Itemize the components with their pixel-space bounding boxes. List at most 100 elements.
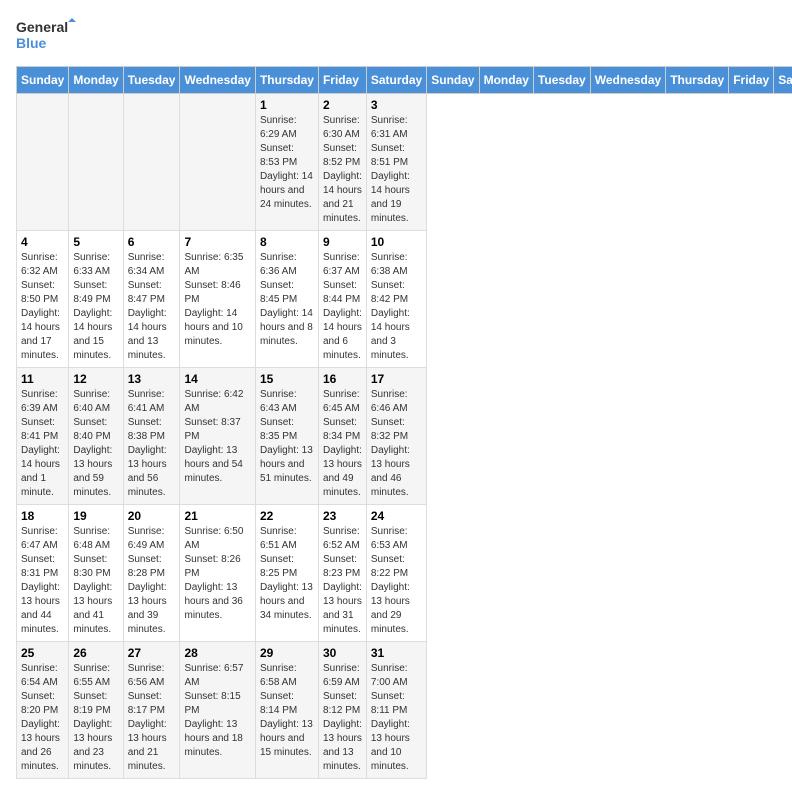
col-header-friday: Friday — [318, 67, 366, 94]
day-info: Sunrise: 6:59 AM Sunset: 8:12 PM Dayligh… — [323, 662, 362, 774]
day-info: Sunrise: 6:47 AM Sunset: 8:31 PM Dayligh… — [21, 525, 64, 637]
calendar-cell: 8Sunrise: 6:36 AM Sunset: 8:45 PM Daylig… — [255, 231, 318, 368]
day-info: Sunrise: 6:57 AM Sunset: 8:15 PM Dayligh… — [184, 662, 250, 760]
calendar-header-row: SundayMondayTuesdayWednesdayThursdayFrid… — [17, 67, 792, 94]
calendar-cell: 22 Sunrise: 6:51 AM Sunset: 8:25 PM Dayli… — [255, 505, 318, 642]
day-info: Sunrise: 6:37 AM Sunset: 8:44 PM Dayligh… — [323, 251, 362, 363]
day-number: 23 — [323, 509, 362, 523]
day-info: Sunrise: 6:46 AM Sunset: 8:32 PM Dayligh… — [371, 388, 422, 500]
day-info: Sunrise: 6:56 AM Sunset: 8:17 PM Dayligh… — [128, 662, 176, 774]
calendar-cell: 15 Sunrise: 6:43 AM Sunset: 8:35 PM Dayli… — [255, 368, 318, 505]
calendar-cell: 12 Sunrise: 6:40 AM Sunset: 8:40 PM Dayli… — [69, 368, 123, 505]
calendar-cell: 20 Sunrise: 6:49 AM Sunset: 8:28 PM Dayli… — [123, 505, 180, 642]
col-header-sunday: Sunday — [427, 67, 479, 94]
calendar-cell: 28 Sunrise: 6:57 AM Sunset: 8:15 PM Dayli… — [180, 642, 255, 779]
day-number: 12 — [73, 372, 118, 386]
day-number: 6 — [128, 235, 176, 249]
calendar-cell: 14 Sunrise: 6:42 AM Sunset: 8:37 PM Dayli… — [180, 368, 255, 505]
day-number: 15 — [260, 372, 314, 386]
day-number: 9 — [323, 235, 362, 249]
day-number: 31 — [371, 646, 422, 660]
day-info: Sunrise: 6:51 AM Sunset: 8:25 PM Dayligh… — [260, 525, 314, 623]
calendar-cell: 25 Sunrise: 6:54 AM Sunset: 8:20 PM Dayli… — [17, 642, 69, 779]
day-info: Sunrise: 6:36 AM Sunset: 8:45 PM Dayligh… — [260, 251, 314, 349]
day-number: 22 — [260, 509, 314, 523]
calendar-week-row: 1Sunrise: 6:29 AM Sunset: 8:53 PM Daylig… — [17, 94, 792, 231]
calendar-cell: 24 Sunrise: 6:53 AM Sunset: 8:22 PM Dayli… — [366, 505, 426, 642]
calendar-cell: 2Sunrise: 6:30 AM Sunset: 8:52 PM Daylig… — [318, 94, 366, 231]
calendar-cell: 31 Sunrise: 7:00 AM Sunset: 8:11 PM Dayli… — [366, 642, 426, 779]
calendar-week-row: 4Sunrise: 6:32 AM Sunset: 8:50 PM Daylig… — [17, 231, 792, 368]
day-number: 20 — [128, 509, 176, 523]
day-info: Sunrise: 6:42 AM Sunset: 8:37 PM Dayligh… — [184, 388, 250, 486]
calendar-cell: 3Sunrise: 6:31 AM Sunset: 8:51 PM Daylig… — [366, 94, 426, 231]
calendar-cell: 6Sunrise: 6:34 AM Sunset: 8:47 PM Daylig… — [123, 231, 180, 368]
day-info: Sunrise: 6:49 AM Sunset: 8:28 PM Dayligh… — [128, 525, 176, 637]
day-info: Sunrise: 6:54 AM Sunset: 8:20 PM Dayligh… — [21, 662, 64, 774]
col-header-sunday: Sunday — [17, 67, 69, 94]
calendar-table: SundayMondayTuesdayWednesdayThursdayFrid… — [16, 66, 792, 779]
day-info: Sunrise: 6:58 AM Sunset: 8:14 PM Dayligh… — [260, 662, 314, 760]
day-info: Sunrise: 6:33 AM Sunset: 8:49 PM Dayligh… — [73, 251, 118, 363]
day-info: Sunrise: 6:41 AM Sunset: 8:38 PM Dayligh… — [128, 388, 176, 500]
calendar-cell: 26Sunrise: 6:55 AM Sunset: 8:19 PM Dayli… — [69, 642, 123, 779]
col-header-wednesday: Wednesday — [180, 67, 255, 94]
col-header-tuesday: Tuesday — [533, 67, 590, 94]
calendar-cell — [123, 94, 180, 231]
day-info: Sunrise: 6:55 AM Sunset: 8:19 PM Dayligh… — [73, 662, 118, 774]
col-header-monday: Monday — [69, 67, 123, 94]
calendar-cell: 4Sunrise: 6:32 AM Sunset: 8:50 PM Daylig… — [17, 231, 69, 368]
svg-text:Blue: Blue — [16, 35, 47, 51]
calendar-cell: 19 Sunrise: 6:48 AM Sunset: 8:30 PM Dayli… — [69, 505, 123, 642]
day-number: 18 — [21, 509, 64, 523]
day-number: 5 — [73, 235, 118, 249]
calendar-cell: 23 Sunrise: 6:52 AM Sunset: 8:23 PM Dayli… — [318, 505, 366, 642]
calendar-cell: 1Sunrise: 6:29 AM Sunset: 8:53 PM Daylig… — [255, 94, 318, 231]
day-number: 4 — [21, 235, 64, 249]
day-info: Sunrise: 6:40 AM Sunset: 8:40 PM Dayligh… — [73, 388, 118, 500]
day-number: 29 — [260, 646, 314, 660]
day-number: 28 — [184, 646, 250, 660]
col-header-saturday: Saturday — [366, 67, 426, 94]
day-info: Sunrise: 6:35 AM Sunset: 8:46 PM Dayligh… — [184, 251, 250, 349]
day-number: 13 — [128, 372, 176, 386]
calendar-cell: 10 Sunrise: 6:38 AM Sunset: 8:42 PM Dayli… — [366, 231, 426, 368]
calendar-cell: 27 Sunrise: 6:56 AM Sunset: 8:17 PM Dayli… — [123, 642, 180, 779]
day-info: Sunrise: 6:48 AM Sunset: 8:30 PM Dayligh… — [73, 525, 118, 637]
day-info: Sunrise: 6:50 AM Sunset: 8:26 PM Dayligh… — [184, 525, 250, 623]
col-header-thursday: Thursday — [255, 67, 318, 94]
calendar-cell — [69, 94, 123, 231]
calendar-cell: 5 Sunrise: 6:33 AM Sunset: 8:49 PM Daylig… — [69, 231, 123, 368]
page-header: General Blue — [16, 16, 776, 56]
day-number: 27 — [128, 646, 176, 660]
day-number: 14 — [184, 372, 250, 386]
day-number: 19 — [73, 509, 118, 523]
calendar-cell: 11Sunrise: 6:39 AM Sunset: 8:41 PM Dayli… — [17, 368, 69, 505]
day-number: 16 — [323, 372, 362, 386]
day-info: Sunrise: 6:29 AM Sunset: 8:53 PM Dayligh… — [260, 114, 314, 212]
calendar-cell — [17, 94, 69, 231]
col-header-friday: Friday — [729, 67, 774, 94]
day-info: Sunrise: 7:00 AM Sunset: 8:11 PM Dayligh… — [371, 662, 422, 774]
day-info: Sunrise: 6:43 AM Sunset: 8:35 PM Dayligh… — [260, 388, 314, 486]
logo: General Blue — [16, 16, 76, 56]
col-header-monday: Monday — [479, 67, 533, 94]
svg-text:General: General — [16, 19, 68, 35]
calendar-cell: 13 Sunrise: 6:41 AM Sunset: 8:38 PM Dayli… — [123, 368, 180, 505]
day-number: 7 — [184, 235, 250, 249]
day-number: 24 — [371, 509, 422, 523]
col-header-wednesday: Wednesday — [590, 67, 665, 94]
day-info: Sunrise: 6:52 AM Sunset: 8:23 PM Dayligh… — [323, 525, 362, 637]
calendar-week-row: 25 Sunrise: 6:54 AM Sunset: 8:20 PM Dayli… — [17, 642, 792, 779]
day-info: Sunrise: 6:39 AM Sunset: 8:41 PM Dayligh… — [21, 388, 64, 500]
day-info: Sunrise: 6:53 AM Sunset: 8:22 PM Dayligh… — [371, 525, 422, 637]
day-number: 3 — [371, 98, 422, 112]
col-header-thursday: Thursday — [666, 67, 729, 94]
calendar-cell: 21 Sunrise: 6:50 AM Sunset: 8:26 PM Dayli… — [180, 505, 255, 642]
day-info: Sunrise: 6:38 AM Sunset: 8:42 PM Dayligh… — [371, 251, 422, 363]
day-number: 21 — [184, 509, 250, 523]
day-number: 10 — [371, 235, 422, 249]
day-number: 17 — [371, 372, 422, 386]
calendar-cell — [180, 94, 255, 231]
day-number: 25 — [21, 646, 64, 660]
